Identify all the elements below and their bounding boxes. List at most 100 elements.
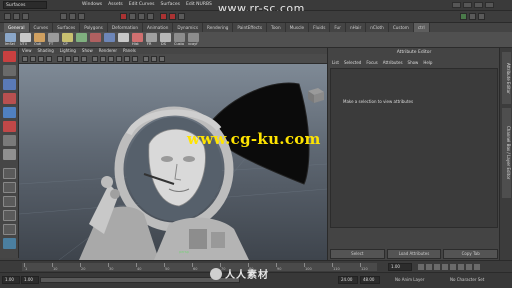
bookmark-icon[interactable]: [38, 56, 44, 62]
tab-fluids[interactable]: Fluids: [309, 23, 331, 32]
mask-icon[interactable]: [120, 13, 127, 20]
isolate-select-icon[interactable]: [159, 56, 165, 62]
tab-ctrl[interactable]: ctrl: [413, 23, 430, 32]
open-scene-icon[interactable]: [13, 13, 20, 20]
imsel-button[interactable]: [5, 33, 16, 42]
render-layout-icon[interactable]: [3, 238, 16, 249]
side-layout-icon[interactable]: [3, 196, 16, 207]
resolution-gate-icon[interactable]: [73, 56, 79, 62]
hist-button[interactable]: [132, 33, 143, 42]
tab-fur[interactable]: Fur: [330, 23, 346, 32]
film-gate-icon[interactable]: [65, 56, 71, 62]
camera-attr-icon[interactable]: [30, 56, 36, 62]
shelf-tool-button[interactable]: [90, 33, 101, 42]
menu-edit-nurbs[interactable]: Edit NURBS: [186, 2, 212, 7]
tab-surfaces[interactable]: Surfaces: [53, 23, 81, 32]
show-channel-box-icon[interactable]: [478, 13, 485, 20]
perspective-viewport[interactable]: persp: [19, 64, 327, 260]
range-start-field[interactable]: 1.00: [21, 276, 39, 284]
load-attributes-button[interactable]: Load Attributes: [386, 249, 442, 259]
menu-assets[interactable]: Assets: [108, 2, 123, 7]
menu-surfaces[interactable]: Surfaces: [161, 2, 181, 7]
manipulator-tool-icon[interactable]: [3, 135, 16, 146]
anim-layer-label[interactable]: No Anim Layer: [395, 277, 424, 282]
maximize-icon[interactable]: [463, 2, 472, 8]
graph-layout-icon[interactable]: [3, 224, 16, 235]
snap-point-icon[interactable]: [147, 13, 154, 20]
select-object-icon[interactable]: [69, 13, 76, 20]
gate-mask-icon[interactable]: [81, 56, 87, 62]
menu-show[interactable]: Show: [408, 60, 419, 65]
tab-general[interactable]: General: [4, 23, 30, 32]
lasso-tool-icon[interactable]: [3, 65, 16, 76]
shelf-tool-button[interactable]: [118, 33, 129, 42]
go-to-start-icon[interactable]: [418, 264, 424, 270]
wireframe-icon[interactable]: [92, 56, 98, 62]
select-button[interactable]: Select: [330, 249, 385, 259]
tab-muscle[interactable]: Muscle: [286, 23, 310, 32]
menu-list[interactable]: List: [332, 60, 339, 65]
show-tool-settings-icon[interactable]: [469, 13, 476, 20]
scale-tool-icon[interactable]: [3, 121, 16, 132]
tab-curves[interactable]: Curves: [30, 23, 54, 32]
play-back-icon[interactable]: [442, 264, 448, 270]
tab-attribute-editor[interactable]: Attribute Editor: [502, 52, 511, 104]
ft-button[interactable]: [48, 33, 59, 42]
render-settings-icon[interactable]: [178, 13, 185, 20]
xray-icon[interactable]: [143, 56, 149, 62]
menu-windows[interactable]: Windows: [82, 2, 102, 7]
move-tool-icon[interactable]: [3, 93, 16, 104]
tab-custom[interactable]: Custom: [389, 23, 414, 32]
view-cube[interactable]: [304, 86, 326, 104]
tab-polygons[interactable]: Polygons: [80, 23, 108, 32]
new-scene-icon[interactable]: [4, 13, 11, 20]
range-end-field[interactable]: 24.00: [338, 276, 358, 284]
xray-joints-icon[interactable]: [151, 56, 157, 62]
tab-channel-box[interactable]: Channel Box / Layer Editor: [502, 108, 511, 198]
step-forward-icon[interactable]: [466, 264, 472, 270]
next-key-icon[interactable]: [458, 264, 464, 270]
start-frame-field[interactable]: 1.00: [2, 276, 20, 284]
save-scene-icon[interactable]: [22, 13, 29, 20]
shelf-tool-button[interactable]: [76, 33, 87, 42]
tab-painteffects[interactable]: PaintEffects: [233, 23, 268, 32]
time-slider-track[interactable]: 1 10 20 30 40 50 60 70 80 90 100 110 120: [22, 263, 377, 271]
select-component-icon[interactable]: [78, 13, 85, 20]
smooth-shade-icon[interactable]: [100, 56, 106, 62]
camera-icon[interactable]: [22, 56, 28, 62]
util-button[interactable]: [20, 33, 31, 42]
shelf-tool-button[interactable]: [104, 33, 115, 42]
lights-icon[interactable]: [124, 56, 130, 62]
snap-curve-icon[interactable]: [138, 13, 145, 20]
four-pane-layout-icon[interactable]: [3, 182, 16, 193]
tab-rendering[interactable]: Rendering: [203, 23, 234, 32]
menu-focus[interactable]: Focus: [366, 60, 377, 65]
select-tool-icon[interactable]: [3, 51, 16, 62]
menu-selected[interactable]: Selected: [344, 60, 361, 65]
menu-edit-curves[interactable]: Edit Curves: [129, 2, 155, 7]
select-hierarchy-icon[interactable]: [60, 13, 67, 20]
shadows-icon[interactable]: [132, 56, 138, 62]
current-frame-field[interactable]: 1.00: [388, 263, 412, 271]
show-attr-editor-icon[interactable]: [460, 13, 467, 20]
menu-help[interactable]: Help: [423, 60, 432, 65]
go-to-end-icon[interactable]: [474, 264, 480, 270]
minimize-icon[interactable]: [452, 2, 461, 8]
tab-ncloth[interactable]: nCloth: [366, 23, 389, 32]
close-icon[interactable]: [485, 2, 494, 8]
character-set-label[interactable]: No Character Set: [450, 277, 484, 282]
tab-nhair[interactable]: nHair: [346, 23, 367, 32]
textured-icon[interactable]: [116, 56, 122, 62]
outliner-layout-icon[interactable]: [3, 210, 16, 221]
image-plane-icon[interactable]: [46, 56, 52, 62]
vcayf-button[interactable]: [188, 33, 199, 42]
rotate-tool-icon[interactable]: [3, 107, 16, 118]
fr-button[interactable]: [146, 33, 157, 42]
step-back-icon[interactable]: [426, 264, 432, 270]
grid-icon[interactable]: [57, 56, 63, 62]
ds-button[interactable]: [160, 33, 171, 42]
paint-select-tool-icon[interactable]: [3, 79, 16, 90]
restore-icon[interactable]: [474, 2, 483, 8]
tab-deformation[interactable]: Deformation: [108, 23, 143, 32]
wireframe-on-shaded-icon[interactable]: [108, 56, 114, 62]
